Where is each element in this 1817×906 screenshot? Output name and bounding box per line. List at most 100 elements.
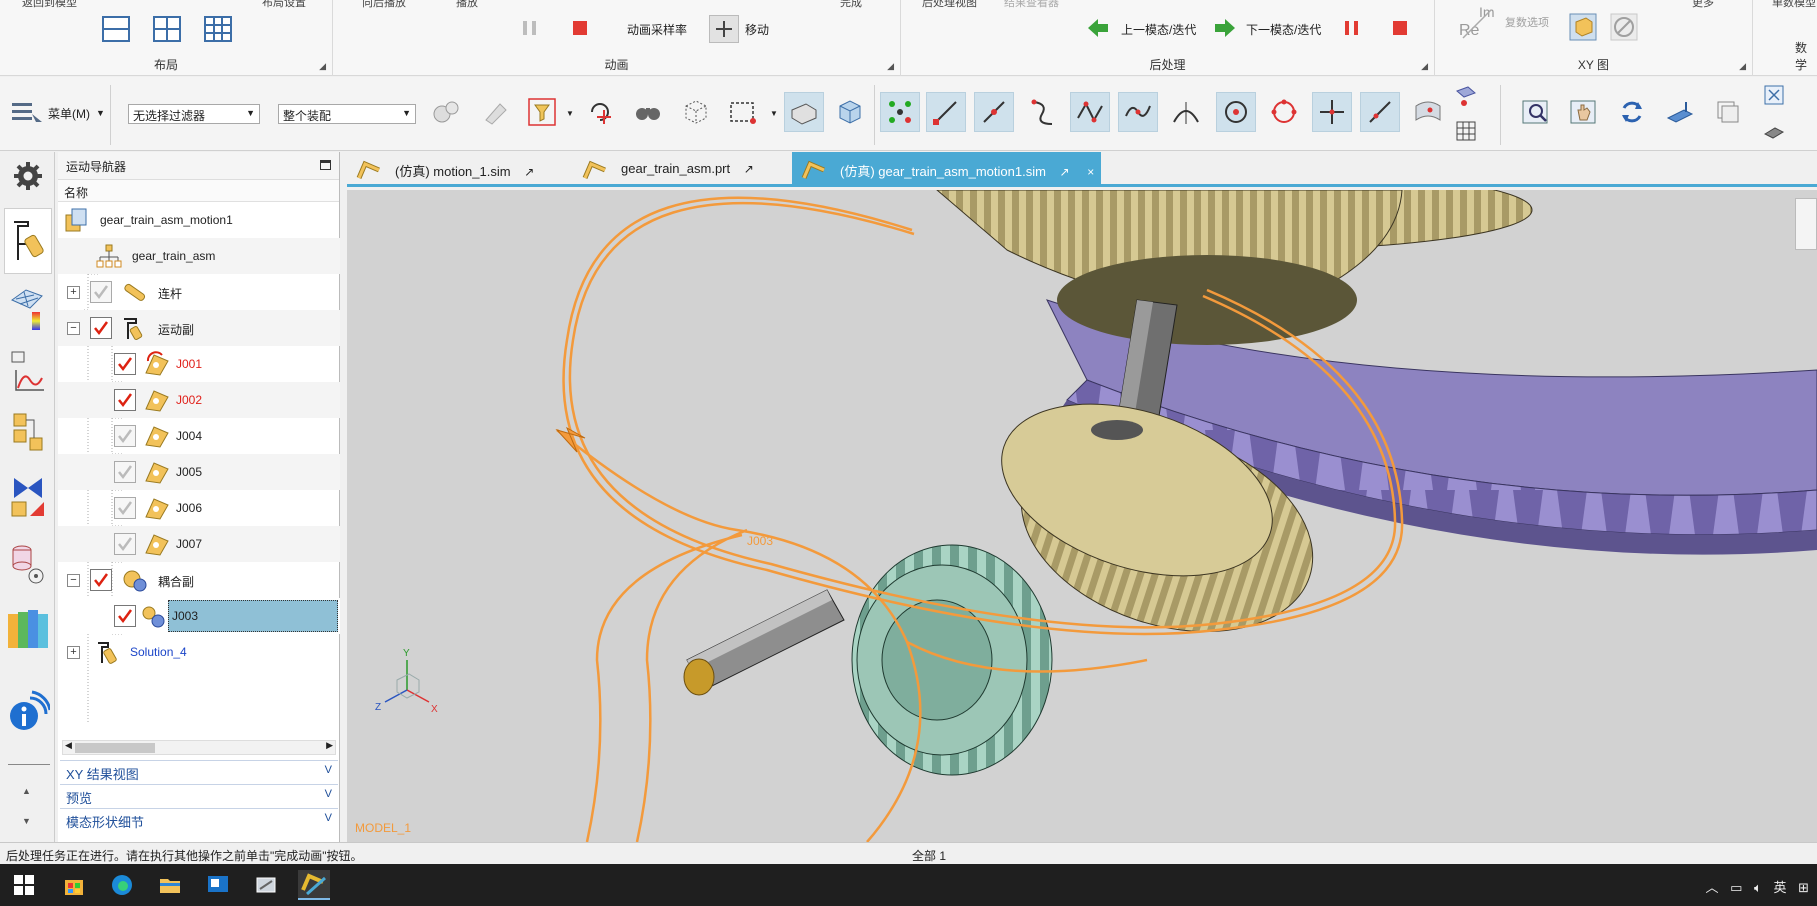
tree-row-joint[interactable]: J006: [58, 490, 340, 526]
tree-row-joint[interactable]: J004: [58, 418, 340, 454]
chevron-down-icon[interactable]: ▼: [770, 109, 778, 118]
snap-point-button[interactable]: [1312, 92, 1352, 132]
tree-row-couplers[interactable]: − 耦合副: [58, 562, 340, 598]
pan-button[interactable]: [1564, 92, 1604, 132]
quick-pick-button[interactable]: [1452, 83, 1480, 111]
visibility-checkbox[interactable]: [114, 605, 136, 627]
complex-options-icon[interactable]: [1459, 8, 1495, 42]
tree-row-links[interactable]: + 连杆: [58, 274, 340, 310]
rectangle-select-button[interactable]: [722, 92, 762, 132]
move-label[interactable]: 移动: [745, 21, 769, 38]
visibility-checkbox[interactable]: [90, 281, 112, 303]
constraint-navigator-tab[interactable]: [4, 468, 52, 526]
binocular-button[interactable]: [628, 92, 668, 132]
snap-endpoint-button[interactable]: [926, 92, 966, 132]
taskbar-app-gray[interactable]: [250, 870, 282, 900]
scroll-up-icon[interactable]: ▲: [22, 786, 31, 796]
preview-panel[interactable]: 预览 V: [60, 784, 338, 806]
visibility-checkbox[interactable]: [114, 533, 136, 555]
group-expand-icon[interactable]: ◢: [1739, 61, 1746, 72]
pause-red-icon[interactable]: [1341, 15, 1363, 41]
snap-center-button[interactable]: [1216, 92, 1256, 132]
reuse-library-tab[interactable]: [4, 536, 52, 594]
view-side-panel-toggle[interactable]: [1795, 198, 1817, 250]
chevron-down-icon[interactable]: ▼: [566, 109, 574, 118]
snap-all-button[interactable]: [880, 92, 920, 132]
scroll-down-icon[interactable]: ▼: [22, 816, 31, 826]
arrow-left-icon[interactable]: [1085, 15, 1111, 41]
stop-red-icon[interactable]: [1389, 15, 1411, 41]
collapse-minus-icon[interactable]: −: [67, 322, 80, 335]
column-header-name[interactable]: 名称: [58, 180, 339, 202]
snap-on-face-button[interactable]: [1408, 92, 1448, 132]
rotate-view-button[interactable]: [1612, 92, 1652, 132]
tree-row-joint[interactable]: J002: [58, 382, 340, 418]
visibility-checkbox[interactable]: [114, 389, 136, 411]
joint-label[interactable]: J003: [747, 534, 773, 548]
next-mode-label[interactable]: 下一模态/迭代: [1246, 21, 1321, 38]
arrow-right-icon[interactable]: [1212, 15, 1238, 41]
taskbar-nx[interactable]: [298, 870, 330, 900]
assembly-scope-select[interactable]: 整个装配 ▼: [278, 104, 416, 124]
move-button[interactable]: [709, 15, 739, 43]
tree-row-solution[interactable]: + Solution_4: [58, 634, 340, 670]
scroll-left-icon[interactable]: ◀: [65, 740, 72, 751]
snap-on-curve-button[interactable]: [1360, 92, 1400, 132]
tab-motion-1-sim[interactable]: (仿真) motion_1.sim ↗: [347, 152, 573, 187]
tree-row-joint[interactable]: J005: [58, 454, 340, 490]
start-button[interactable]: [8, 870, 40, 900]
solid-face-button[interactable]: [784, 92, 824, 132]
collapse-minus-icon[interactable]: −: [67, 574, 80, 587]
orient-view-button[interactable]: [1660, 92, 1700, 132]
clip-view-button[interactable]: [1708, 92, 1748, 132]
grid-snap-button[interactable]: [1452, 117, 1480, 145]
pause-icon[interactable]: [519, 15, 541, 41]
horizontal-scrollbar[interactable]: ◀ ▶: [62, 740, 336, 755]
snap-filter-button[interactable]: [522, 92, 562, 132]
tab-gear-train-asm-motion1-sim[interactable]: (仿真) gear_train_asm_motion1.sim ↗ ×: [792, 152, 1101, 187]
graphics-viewport[interactable]: J003 Y X Z MODEL_1: [347, 190, 1817, 842]
wireframe-cube-button[interactable]: [676, 92, 716, 132]
selection-filter-select[interactable]: 无选择过滤器 ▼: [128, 104, 260, 124]
tab-edit-icon[interactable]: ↗: [1060, 165, 1070, 179]
tree-row-joint[interactable]: J001: [58, 346, 340, 382]
layout-single-icon[interactable]: [101, 14, 131, 44]
snap-quadrant-button[interactable]: [1264, 92, 1304, 132]
component-select-button[interactable]: [426, 92, 466, 132]
tree-row-joint[interactable]: J007: [58, 526, 340, 562]
taskbar-edge[interactable]: [106, 870, 138, 900]
maximize-icon[interactable]: [320, 160, 331, 170]
rotate-select-button[interactable]: [580, 92, 620, 132]
history-library-tab[interactable]: [4, 600, 52, 658]
layout-quad-icon[interactable]: [152, 14, 182, 44]
expand-plus-icon[interactable]: +: [67, 646, 80, 659]
layout-nine-icon[interactable]: [203, 14, 233, 44]
input-language[interactable]: 英: [1773, 880, 1786, 895]
xy-view-icon[interactable]: [1568, 12, 1598, 42]
snap-midpoint-button[interactable]: [974, 92, 1014, 132]
render-style-button[interactable]: [1760, 117, 1788, 145]
tree-row-coupler-selected[interactable]: J003: [58, 598, 340, 634]
scroll-thumb[interactable]: [75, 743, 155, 753]
visibility-checkbox[interactable]: [90, 569, 112, 591]
tree-row-joints[interactable]: − 运动副: [58, 310, 340, 346]
tab-close-icon[interactable]: ×: [1087, 165, 1094, 179]
group-expand-icon[interactable]: ◢: [887, 61, 894, 72]
tab-edit-icon[interactable]: ↗: [744, 162, 754, 176]
disabled-icon[interactable]: [1609, 12, 1639, 42]
prev-mode-label[interactable]: 上一模态/迭代: [1121, 21, 1196, 38]
tree-row-root[interactable]: gear_train_asm_motion1: [58, 202, 340, 238]
visibility-checkbox[interactable]: [114, 461, 136, 483]
taskbar-explorer[interactable]: [154, 870, 186, 900]
snap-tangent-button[interactable]: [1166, 92, 1206, 132]
group-expand-icon[interactable]: ◢: [1421, 61, 1428, 72]
complex-options-label[interactable]: 复数选项: [1505, 14, 1549, 30]
xy-result-view-panel[interactable]: XY 结果视图 V: [60, 760, 338, 782]
visibility-checkbox[interactable]: [114, 353, 136, 375]
volume-icon[interactable]: 🔈︎: [1754, 880, 1762, 895]
snap-control-button[interactable]: [1022, 92, 1062, 132]
taskbar-store[interactable]: [58, 870, 90, 900]
motion-navigator-tab[interactable]: [4, 208, 52, 274]
result-navigator-tab[interactable]: [4, 280, 52, 338]
tab-edit-icon[interactable]: ↗: [524, 165, 534, 179]
